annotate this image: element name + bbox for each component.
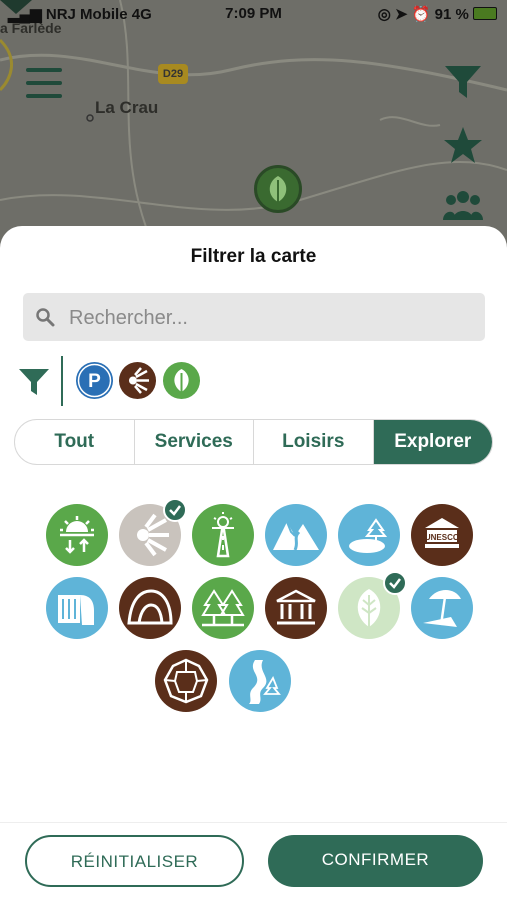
lake-icon [349, 518, 388, 553]
mountains-icon [273, 521, 319, 551]
active-filter-viewpoint[interactable] [119, 362, 156, 399]
category-sunrise[interactable] [46, 504, 108, 566]
category-cave[interactable] [119, 577, 181, 639]
active-filters-row: P [18, 356, 498, 406]
search-bar[interactable] [23, 293, 485, 343]
category-waterfall[interactable] [46, 577, 108, 639]
chasm-icon [163, 658, 209, 704]
funnel-icon [19, 369, 49, 395]
map-label-town: La Crau [95, 98, 159, 117]
category-river[interactable] [229, 650, 291, 712]
footer-divider [0, 822, 507, 823]
category-unesco[interactable]: UNESCO [411, 504, 473, 566]
favorites-button[interactable] [443, 125, 483, 165]
forest-icon [201, 589, 245, 627]
map-view[interactable]: a Farlède D29 La Crau ▂▄▆ NRJ Mobile 4G … [0, 0, 507, 260]
scenic-road-icon [212, 512, 234, 558]
river-icon [249, 660, 281, 704]
unesco-icon: UNESCO [425, 518, 459, 548]
tab-loisirs[interactable]: Loisirs [254, 420, 374, 464]
category-beach[interactable] [411, 577, 473, 639]
reset-button[interactable]: RÉINITIALISER [25, 835, 244, 887]
sheet-title: Filtrer la carte [190, 246, 317, 267]
cave-icon [127, 589, 173, 625]
menu-icon [26, 68, 62, 72]
search-icon [36, 308, 55, 327]
community-button[interactable] [443, 186, 483, 226]
svg-text:UNESCO: UNESCO [425, 533, 459, 542]
nature-leaf-icon [174, 369, 189, 392]
svg-text:P: P [88, 371, 101, 392]
map-roads [0, 0, 507, 260]
monument-icon [276, 589, 316, 625]
selected-check-viewpoint [163, 498, 187, 522]
star-icon [444, 127, 482, 163]
confirm-button[interactable]: CONFIRMER [268, 835, 483, 887]
menu-button[interactable] [26, 68, 62, 102]
category-scenic-road[interactable] [192, 504, 254, 566]
divider [61, 356, 63, 406]
active-filter-parking[interactable]: P [76, 362, 113, 399]
status-bar: ▂▄▆ NRJ Mobile 4G 7:09 PM ◎ ➤ ⏰ 91 % [0, 0, 507, 28]
leaf-icon [269, 176, 287, 202]
category-monument[interactable] [265, 577, 327, 639]
marker-pointer-icon [0, 0, 32, 14]
beach-icon [423, 590, 461, 627]
filter-sheet: Filtrer la carte P Tout Services Loisirs… [0, 226, 507, 900]
waterfall-icon [58, 595, 94, 625]
category-forest[interactable] [192, 577, 254, 639]
tab-tout[interactable]: Tout [15, 420, 135, 464]
road-badge: D29 [158, 64, 188, 84]
search-input[interactable] [67, 293, 471, 343]
parking-icon: P [77, 363, 112, 398]
filter-map-button[interactable] [443, 62, 483, 102]
tab-services[interactable]: Services [135, 420, 254, 464]
map-marker[interactable] [254, 165, 302, 213]
check-icon [169, 505, 181, 516]
selected-check-nature [383, 571, 407, 595]
status-right: ◎ ➤ ⏰ 91 % [378, 5, 497, 23]
check-icon [389, 578, 401, 589]
battery-percent: 91 % [434, 6, 469, 23]
category-chasm[interactable] [155, 650, 217, 712]
category-mountains[interactable] [265, 504, 327, 566]
sunrise-icon [60, 516, 94, 554]
tab-explorer[interactable]: Explorer [373, 420, 492, 464]
active-filter-nature[interactable] [163, 362, 200, 399]
category-tabs: Tout Services Loisirs Explorer [14, 419, 493, 465]
group-icon [443, 191, 483, 220]
viewpoint-icon [129, 367, 149, 394]
funnel-icon [445, 66, 481, 98]
battery-icon [473, 7, 497, 20]
location-icon: ◎ ➤ ⏰ [377, 6, 431, 23]
category-lake[interactable] [338, 504, 400, 566]
